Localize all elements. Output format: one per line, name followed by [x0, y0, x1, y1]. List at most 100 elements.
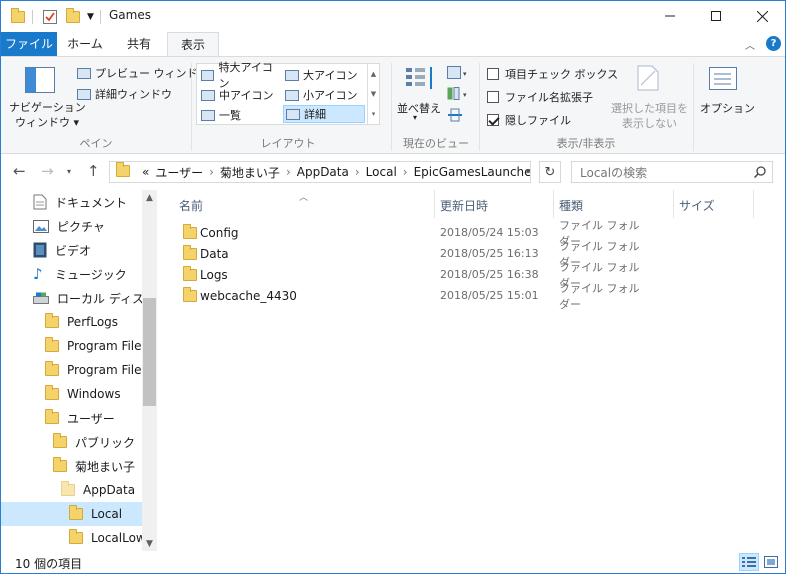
folder-icon	[183, 224, 197, 239]
forward-arrow-icon[interactable]: →	[41, 162, 54, 180]
nav-item-appdata[interactable]: AppData	[61, 478, 135, 502]
nav-item-perflogs[interactable]: PerfLogs	[45, 310, 118, 334]
breadcrumb-users[interactable]: ユーザー	[155, 164, 203, 181]
file-extensions-checkbox[interactable]	[487, 91, 499, 103]
qa-separator	[32, 10, 33, 24]
folder-icon	[61, 481, 75, 496]
column-header-type[interactable]: 種類	[559, 194, 583, 218]
nav-item-user[interactable]: 菊地まい子	[53, 454, 135, 478]
hidden-items-toggle[interactable]: 隠しファイル	[487, 112, 571, 128]
preview-pane-button[interactable]: プレビュー ウィンドウ	[77, 65, 209, 81]
layout-extra-large-icons[interactable]: 特大アイコン	[199, 61, 281, 90]
properties-icon[interactable]	[43, 8, 57, 26]
navigation-pane-label-2[interactable]: ウィンドウ ▾	[15, 114, 79, 130]
column-separator[interactable]	[553, 190, 554, 218]
tab-share[interactable]: 共有	[113, 32, 165, 57]
address-breadcrumb[interactable]: « ユーザー › 菊地まい子 › AppData › Local › EpicGames…	[109, 161, 531, 183]
videos-icon	[33, 242, 47, 258]
nav-item-program-files-x86[interactable]: Program Files (	[45, 358, 156, 382]
hide-selected-label: 選択した項目を	[611, 102, 688, 115]
ribbon-tabs: ファイル ホーム 共有 表示 ︿ ?	[1, 32, 785, 57]
nav-item-public[interactable]: パブリック	[53, 430, 135, 454]
up-arrow-icon[interactable]: ↑	[87, 162, 100, 180]
help-icon[interactable]: ?	[766, 36, 781, 51]
customize-qa-icon[interactable]: ▼	[87, 8, 94, 26]
sort-by-icon[interactable]	[405, 65, 435, 94]
nav-item-locallow[interactable]: LocalLow	[69, 526, 146, 550]
nav-item-videos[interactable]: ビデオ	[33, 238, 91, 262]
layout-details[interactable]: 詳細	[283, 105, 365, 123]
details-pane-button[interactable]: 詳細ウィンドウ	[77, 86, 172, 102]
nav-item-program-files[interactable]: Program Files	[45, 334, 148, 358]
refresh-icon[interactable]: ↻	[539, 161, 561, 183]
layout-large-icons[interactable]: 大アイコン	[283, 66, 365, 84]
scroll-up-icon[interactable]: ▲	[142, 190, 157, 205]
folder-icon	[183, 266, 197, 281]
layout-small-icons[interactable]: 小アイコン	[283, 86, 365, 104]
extra-large-icons-icon	[201, 69, 215, 81]
column-separator[interactable]	[434, 190, 435, 218]
nav-scroll-thumb[interactable]	[143, 298, 156, 406]
column-header-size[interactable]: サイズ	[679, 194, 715, 218]
nav-item-pictures[interactable]: ピクチャ	[33, 214, 105, 238]
breadcrumb-local[interactable]: Local	[366, 165, 397, 179]
ribbon: ナビゲーション ウィンドウ ▾ プレビュー ウィンドウ 詳細ウィンドウ ペイン …	[1, 56, 785, 154]
sort-by-chevron-icon[interactable]: ▾	[413, 113, 417, 122]
small-icons-icon	[285, 89, 299, 101]
hidden-items-checkbox[interactable]	[487, 114, 499, 126]
folder-icon	[183, 287, 197, 302]
file-extensions-toggle[interactable]: ファイル名拡張子	[487, 89, 593, 105]
pictures-icon	[33, 219, 49, 233]
address-history-chevron-icon[interactable]: ▾	[517, 161, 539, 183]
sort-by-button[interactable]: 並べ替え	[397, 100, 441, 116]
options-icon[interactable]	[709, 67, 737, 94]
list-icon	[201, 109, 215, 121]
nav-item-windows[interactable]: Windows	[45, 382, 121, 406]
back-arrow-icon[interactable]: ←	[13, 162, 26, 180]
nav-item-music[interactable]: ♪ ミュージック	[33, 262, 127, 286]
large-icons-view-icon[interactable]	[761, 553, 781, 571]
nav-item-local-disk[interactable]: ローカル ディスク (C	[33, 286, 159, 310]
tab-view[interactable]: 表示	[167, 32, 219, 57]
tab-file[interactable]: ファイル	[1, 32, 57, 57]
layout-scroll[interactable]: ▲ ▼ ▾	[367, 64, 379, 124]
file-row[interactable]: webcache_4430 2018/05/25 15:01 ファイル フォルダ…	[175, 282, 645, 311]
item-checkboxes-checkbox[interactable]	[487, 68, 499, 80]
layout-medium-icons[interactable]: 中アイコン	[199, 86, 281, 104]
minimize-button[interactable]	[647, 1, 693, 31]
breadcrumb-epicgameslauncher[interactable]: EpicGamesLauncher	[414, 165, 530, 179]
folder-icon	[53, 457, 67, 472]
group-by-icon[interactable]: ▾	[447, 66, 469, 83]
navigation-pane-label[interactable]: ナビゲーション	[9, 99, 86, 115]
maximize-button[interactable]	[693, 1, 739, 31]
recent-locations-chevron-icon[interactable]: ▾	[67, 167, 71, 176]
collapse-ribbon-icon[interactable]: ︿	[745, 37, 755, 52]
breadcrumb-overflow[interactable]: «	[142, 165, 149, 179]
hide-selected-icon[interactable]	[637, 65, 659, 94]
column-header-name[interactable]: 名前	[179, 194, 203, 218]
nav-item-documents[interactable]: ドキュメント	[33, 190, 127, 214]
size-columns-icon[interactable]	[447, 108, 463, 125]
item-checkboxes-toggle[interactable]: 項目チェック ボックス	[487, 66, 618, 82]
close-button[interactable]	[739, 1, 785, 31]
search-input[interactable]: Localの検索	[571, 161, 773, 183]
layout-list[interactable]: 一覧	[199, 106, 281, 124]
options-button[interactable]: オプション	[700, 100, 755, 116]
nav-scrollbar[interactable]: ▲ ▼	[142, 190, 157, 551]
new-folder-icon[interactable]	[66, 8, 80, 26]
column-separator[interactable]	[673, 190, 674, 218]
tab-home[interactable]: ホーム	[59, 32, 111, 57]
breadcrumb-user[interactable]: 菊地まい子	[220, 164, 280, 181]
column-separator[interactable]	[753, 190, 754, 218]
sort-ascending-icon: ︿	[299, 193, 309, 203]
details-view-icon[interactable]	[739, 553, 759, 571]
column-header-modified[interactable]: 更新日時	[440, 194, 488, 218]
breadcrumb-appdata[interactable]: AppData	[297, 165, 349, 179]
add-columns-icon[interactable]: ▾	[447, 87, 469, 104]
scroll-down-icon[interactable]: ▼	[142, 536, 157, 551]
navigation-pane-icon[interactable]	[25, 67, 55, 96]
nav-item-users[interactable]: ユーザー	[45, 406, 115, 430]
group-show-hide-label: 表示/非表示	[556, 137, 616, 150]
svg-text:▾: ▾	[463, 91, 467, 99]
nav-item-local[interactable]: Local	[1, 502, 142, 526]
